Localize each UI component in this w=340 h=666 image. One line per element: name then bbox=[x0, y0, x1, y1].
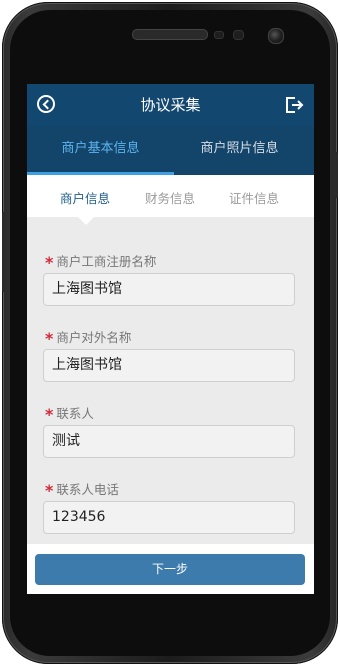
field-label-public-name: * 商户对外名称 bbox=[45, 327, 132, 348]
contact-phone-field[interactable]: 123456 bbox=[43, 501, 295, 534]
power-button bbox=[334, 152, 338, 198]
proximity-sensor bbox=[214, 31, 224, 39]
required-mark: * bbox=[45, 329, 54, 348]
subtab-pointer bbox=[78, 217, 94, 225]
label-text: 联系人 bbox=[56, 406, 94, 421]
next-button[interactable]: 下一步 bbox=[35, 554, 305, 585]
contact-field[interactable]: 测试 bbox=[43, 425, 295, 458]
field-label-contact: * 联系人 bbox=[45, 403, 94, 424]
label-text: 联系人电话 bbox=[56, 482, 119, 497]
registered-name-field[interactable]: 上海图书馆 bbox=[43, 273, 295, 306]
volume-button bbox=[2, 212, 6, 292]
light-sensor bbox=[233, 30, 244, 40]
front-camera bbox=[268, 28, 284, 44]
main-tabs: 商户基本信息 商户照片信息 bbox=[27, 126, 314, 175]
tab-merchant-basic-info[interactable]: 商户基本信息 bbox=[27, 126, 174, 172]
title-bar: 协议采集 bbox=[27, 84, 314, 126]
sub-tabs: 商户信息 财务信息 证件信息 bbox=[27, 175, 314, 217]
tab-merchant-photo-info[interactable]: 商户照片信息 bbox=[162, 126, 314, 172]
earpiece-speaker bbox=[132, 29, 208, 40]
required-mark: * bbox=[45, 405, 54, 424]
label-text: 商户对外名称 bbox=[56, 330, 132, 345]
field-label-contact-phone: * 联系人电话 bbox=[45, 479, 119, 500]
required-mark: * bbox=[45, 481, 54, 500]
subtab-merchant-info[interactable]: 商户信息 bbox=[49, 175, 121, 223]
bottom-bar: 下一步 bbox=[27, 544, 314, 594]
public-name-field[interactable]: 上海图书馆 bbox=[43, 349, 295, 382]
subtab-finance-info[interactable]: 财务信息 bbox=[134, 175, 206, 223]
page-title: 协议采集 bbox=[140, 96, 201, 114]
label-text: 商户工商注册名称 bbox=[56, 254, 157, 269]
logout-icon[interactable] bbox=[284, 95, 304, 115]
field-label-registered-name: * 商户工商注册名称 bbox=[45, 251, 157, 272]
app-screen: 协议采集 商户基本信息 商户照片信息 商户信息 财务信息 证件信息 * 商户工商注… bbox=[27, 84, 314, 594]
subtab-certificate-info[interactable]: 证件信息 bbox=[218, 175, 290, 223]
required-mark: * bbox=[45, 253, 54, 272]
